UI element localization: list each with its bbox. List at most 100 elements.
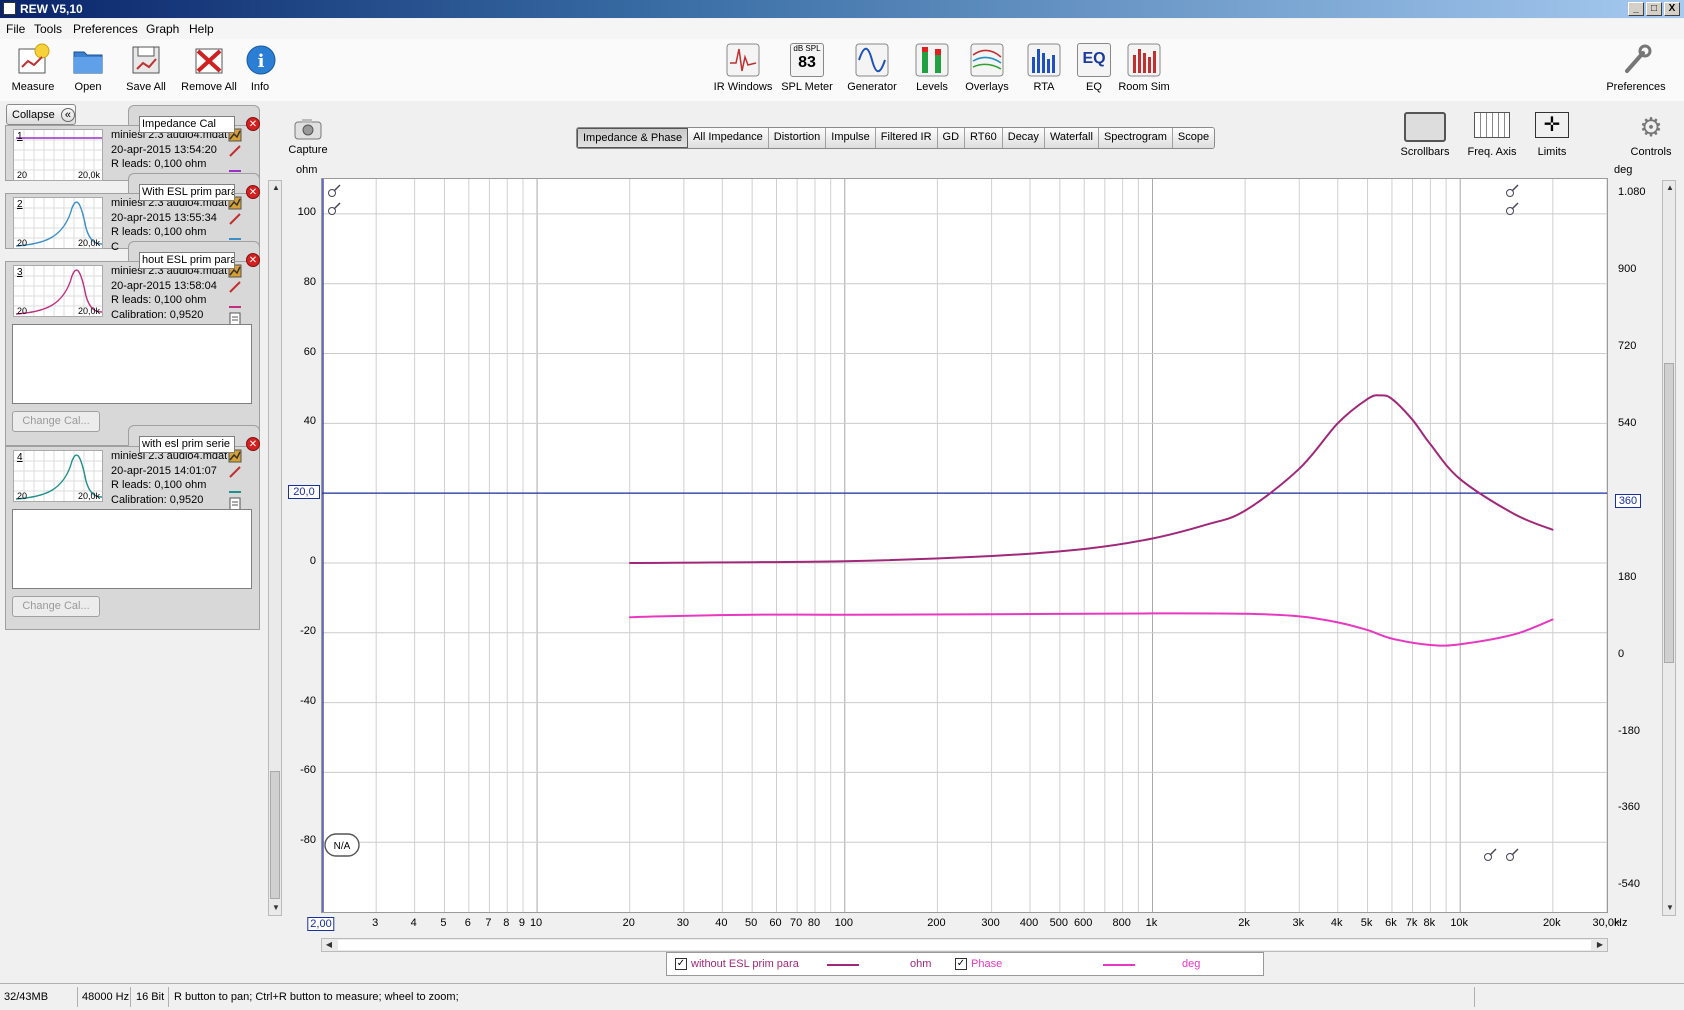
spl-meter-button[interactable]: dB SPL 83 SPL Meter xyxy=(780,43,834,93)
data-point xyxy=(1552,528,1554,531)
zoom-icon[interactable] xyxy=(1506,202,1519,215)
graph-tab-all-impedance[interactable]: All Impedance xyxy=(688,128,769,148)
zoom-icon[interactable] xyxy=(1484,848,1497,861)
preferences-button[interactable]: Preferences xyxy=(1604,43,1668,93)
remove-measurement-icon[interactable]: ✕ xyxy=(246,253,260,267)
line-color-icon[interactable] xyxy=(228,228,242,242)
room-sim-button[interactable]: Room Sim xyxy=(1118,43,1170,93)
measurement-name-input[interactable]: With ESL prim para xyxy=(139,184,235,201)
menu-file[interactable]: File xyxy=(6,22,25,36)
impedance-phase-plot[interactable]: N/A xyxy=(321,178,1608,913)
left-scroll-thumb[interactable] xyxy=(270,771,280,899)
change-cal-button[interactable]: Change Cal... xyxy=(12,411,100,432)
scroll-down-arrow[interactable]: ▼ xyxy=(1663,901,1677,915)
maximize-button[interactable]: □ xyxy=(1646,2,1662,16)
na-badge[interactable]: N/A xyxy=(324,833,360,857)
scroll-up-arrow[interactable]: ▲ xyxy=(1663,181,1677,195)
graph-tab-decay[interactable]: Decay xyxy=(1002,128,1045,148)
zoom-icon[interactable] xyxy=(328,184,341,197)
right-scroll-thumb[interactable] xyxy=(1664,363,1674,663)
measurement-thumbnail[interactable]: 1 20 20,0k xyxy=(13,129,103,181)
collapse-button[interactable]: Collapse « xyxy=(6,104,76,125)
zoom-icon[interactable] xyxy=(1506,848,1519,861)
capture-label: Capture xyxy=(288,144,328,156)
eq-button[interactable]: EQ EQ xyxy=(1076,43,1112,93)
remove-all-button[interactable]: Remove All xyxy=(178,43,240,93)
save-all-button[interactable]: Save All xyxy=(118,43,174,93)
edit-pencil-icon[interactable] xyxy=(228,465,242,479)
series-line-impedance xyxy=(629,394,1554,564)
measurement-thumbnail[interactable]: 4 20 20,0k xyxy=(13,450,103,502)
y-tick-label: 0 xyxy=(309,554,316,567)
freq-axis-button[interactable]: Freq. Axis xyxy=(1460,112,1524,158)
scroll-down-arrow[interactable]: ▼ xyxy=(269,901,283,915)
change-cal-button[interactable]: Change Cal... xyxy=(12,596,100,617)
zoom-icon[interactable] xyxy=(1506,184,1519,197)
left-vertical-scrollbar[interactable]: ▲ ▼ xyxy=(268,180,282,916)
scrollbars-button[interactable]: Scrollbars xyxy=(1394,112,1456,158)
graph-tab-spectrogram[interactable]: Spectrogram xyxy=(1098,128,1173,148)
plot-canvas[interactable]: N/A xyxy=(321,179,1608,912)
graph-tab-rt60[interactable]: RT60 xyxy=(965,128,1003,148)
minimize-button[interactable]: _ xyxy=(1628,2,1644,16)
menu-preferences[interactable]: Preferences xyxy=(73,22,138,36)
legend-checkbox[interactable]: ✓ xyxy=(955,958,967,970)
x-tick-label: 8 xyxy=(503,917,510,929)
edit-pencil-icon[interactable] xyxy=(228,144,242,158)
overlays-button[interactable]: Overlays xyxy=(962,43,1012,93)
rta-button[interactable]: RTA xyxy=(1026,43,1062,93)
graph-tab-filtered-ir[interactable]: Filtered IR xyxy=(875,128,938,148)
line-color-icon[interactable] xyxy=(228,481,242,495)
graph-tab-distortion[interactable]: Distortion xyxy=(768,128,827,148)
room-sim-icon xyxy=(1127,43,1161,77)
controls-button[interactable]: ⚙ Controls xyxy=(1626,112,1676,158)
info-button[interactable]: i Info xyxy=(244,43,276,93)
scroll-left-arrow[interactable]: ◀ xyxy=(322,938,336,952)
scroll-right-arrow[interactable]: ▶ xyxy=(1593,938,1607,952)
zoom-icon[interactable] xyxy=(328,202,341,215)
measurement-card[interactable]: 4 20 20,0k miniesl 2.3 audio4.mdat 20-apr-20… xyxy=(5,446,260,630)
open-button[interactable]: Open xyxy=(66,43,110,93)
right-vertical-scrollbar[interactable]: ▲ ▼ xyxy=(1662,180,1676,916)
remove-measurement-icon[interactable]: ✕ xyxy=(246,185,260,199)
menu-graph[interactable]: Graph xyxy=(146,22,179,36)
graph-tab-gd[interactable]: GD xyxy=(937,128,966,148)
remove-measurement-icon[interactable]: ✕ xyxy=(246,437,260,451)
capture-button[interactable]: Capture xyxy=(288,118,328,156)
open-label: Open xyxy=(74,81,102,93)
generator-button[interactable]: Generator xyxy=(844,43,900,93)
horizontal-scroll-thumb[interactable] xyxy=(338,940,1591,950)
edit-pencil-icon[interactable] xyxy=(228,212,242,226)
measurement-thumbnail[interactable]: 2 20 20,0k xyxy=(13,197,103,249)
ir-windows-button[interactable]: IR Windows xyxy=(711,43,775,93)
calibration-notes-area[interactable] xyxy=(12,324,252,404)
measurement-name-input[interactable]: with esl prim serie xyxy=(139,436,235,453)
line-color-icon[interactable] xyxy=(228,296,242,310)
data-point xyxy=(1151,612,1154,615)
measurement-card[interactable]: 3 20 20,0k miniesl 2.3 audio4.mdat 20-apr-20… xyxy=(5,261,260,446)
limits-button[interactable]: ✛ Limits xyxy=(1526,112,1578,158)
wrench-icon xyxy=(1619,43,1653,77)
menu-tools[interactable]: Tools xyxy=(34,22,62,36)
measurement-name-input[interactable]: Impedance Cal xyxy=(139,116,235,133)
menu-help[interactable]: Help xyxy=(189,22,214,36)
close-window-button[interactable]: X xyxy=(1664,2,1680,16)
graph-tab-impedance-phase[interactable]: Impedance & Phase xyxy=(577,128,689,148)
scroll-up-arrow[interactable]: ▲ xyxy=(269,181,283,195)
levels-button[interactable]: Levels xyxy=(910,43,954,93)
line-color-icon[interactable] xyxy=(228,160,242,174)
data-point xyxy=(1205,523,1208,526)
graph-tab-impulse[interactable]: Impulse xyxy=(826,128,876,148)
legend-checkbox[interactable]: ✓ xyxy=(675,958,687,970)
graph-tab-waterfall[interactable]: Waterfall xyxy=(1044,128,1099,148)
spl-badge: dB SPL xyxy=(793,44,821,53)
measure-button[interactable]: Measure xyxy=(8,43,58,93)
horizontal-scrollbar[interactable]: ◀ ▶ xyxy=(321,938,1608,952)
edit-pencil-icon[interactable] xyxy=(228,280,242,294)
measurement-thumbnail[interactable]: 3 20 20,0k xyxy=(13,265,103,317)
graph-tab-scope[interactable]: Scope xyxy=(1172,128,1215,148)
measurement-name-input[interactable]: hout ESL prim para xyxy=(139,252,235,269)
calibration-notes-area[interactable] xyxy=(12,509,252,589)
remove-measurement-icon[interactable]: ✕ xyxy=(246,117,260,131)
data-point xyxy=(1429,443,1432,446)
